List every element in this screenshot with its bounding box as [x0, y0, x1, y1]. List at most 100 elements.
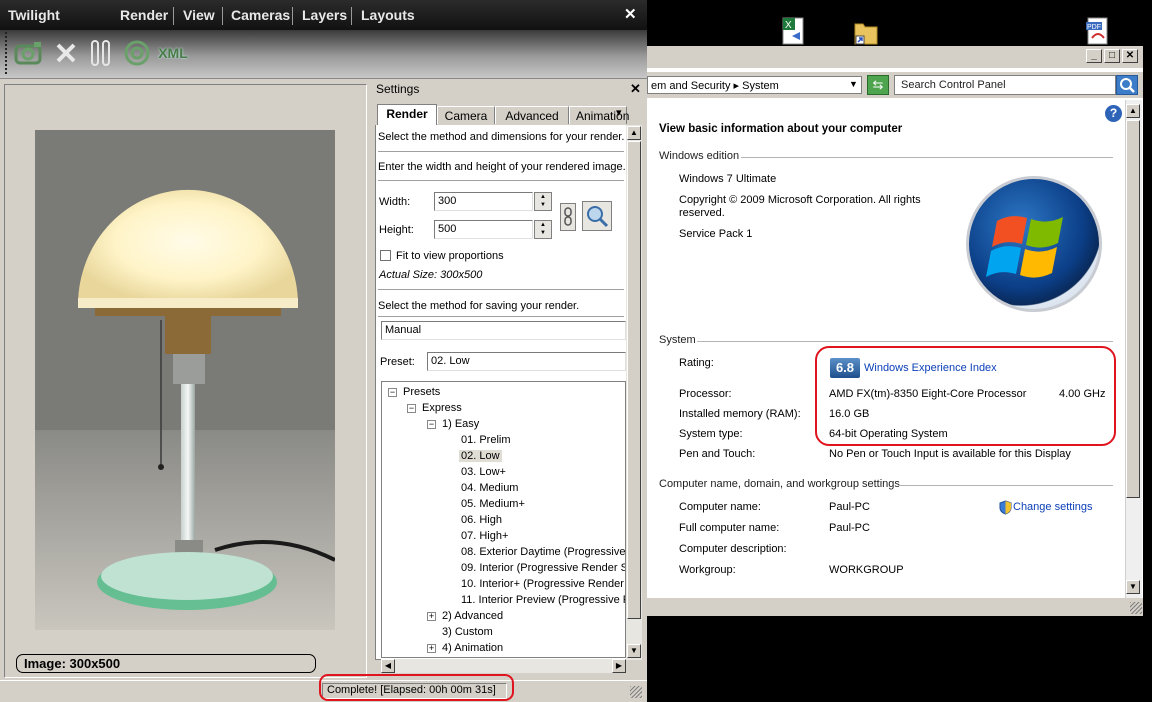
workgroup-label: Workgroup: [679, 564, 736, 576]
computer-name-value: Paul-PC [829, 501, 870, 513]
refresh-icon[interactable]: ⇆ [867, 75, 889, 95]
tree-horizontal-scrollbar[interactable] [381, 659, 626, 673]
control-panel-horizontal-scrollbar[interactable] [647, 598, 1143, 616]
twilight-close-button[interactable]: ✕ [624, 5, 637, 23]
tree-node-advanced[interactable]: 2) Advanced [442, 610, 503, 622]
tree-node-preset[interactable]: 01. Prelim [461, 434, 511, 446]
menu-layers[interactable]: Layers [302, 7, 347, 23]
tree-node-animation[interactable]: 4) Animation [442, 642, 503, 654]
preset-select[interactable]: 02. Low [427, 352, 626, 371]
processor-label: Processor: [679, 388, 732, 400]
camera-render-icon[interactable] [13, 37, 45, 69]
zoom-magnifier-icon[interactable] [582, 201, 612, 231]
menu-view[interactable]: View [183, 7, 215, 23]
scroll-left-arrow[interactable]: ◀ [381, 659, 395, 673]
settings-title: Settings [376, 82, 420, 96]
maximize-button[interactable]: □ [1104, 49, 1120, 63]
tree-collapse-icon[interactable]: − [427, 420, 436, 429]
tree-node-presets[interactable]: Presets [403, 386, 440, 398]
tree-node-preset[interactable]: 08. Exterior Daytime (Progressive [461, 546, 625, 558]
render-method-text: Select the method and dimensions for you… [378, 131, 625, 143]
tree-node-preset[interactable]: 05. Medium+ [461, 498, 525, 510]
edition-value: Windows 7 Ultimate [679, 173, 777, 185]
chevron-down-icon[interactable]: ▼ [849, 79, 858, 89]
resize-grip[interactable] [630, 686, 642, 698]
tree-node-easy[interactable]: 1) Easy [442, 418, 479, 430]
tree-node-preset[interactable]: 09. Interior (Progressive Render S [461, 562, 625, 574]
scroll-down-arrow[interactable]: ▼ [1126, 580, 1140, 594]
tree-expand-icon[interactable]: + [427, 612, 436, 621]
pause-icon[interactable] [85, 37, 117, 69]
menu-cameras[interactable]: Cameras [231, 7, 290, 23]
save-method-select[interactable]: Manual [381, 321, 626, 340]
windows-edition-heading: Windows edition [659, 150, 740, 162]
tab-render[interactable]: Render [377, 104, 437, 126]
service-pack-value: Service Pack 1 [679, 228, 753, 240]
windows-logo-icon [966, 176, 1102, 312]
folder-shortcut-icon[interactable] [853, 16, 879, 46]
fit-proportions-checkbox[interactable] [380, 250, 391, 261]
twilight-app-title: Twilight [8, 7, 60, 23]
height-input[interactable]: 500 [434, 220, 533, 239]
tree-node-preset[interactable]: 04. Medium [461, 482, 518, 494]
scroll-down-arrow[interactable]: ▼ [627, 644, 641, 658]
tree-node-preset[interactable]: 11. Interior Preview (Progressive F [461, 594, 625, 606]
menu-layouts[interactable]: Layouts [361, 7, 415, 23]
control-panel-scroll-thumb[interactable] [1126, 120, 1140, 498]
target-icon[interactable] [121, 37, 153, 69]
tree-expand-icon[interactable]: + [427, 644, 436, 653]
width-label: Width: [379, 196, 411, 208]
menu-render[interactable]: Render [120, 7, 168, 23]
height-stepper[interactable]: ▲ ▼ [534, 220, 552, 239]
pen-touch-label: Pen and Touch: [679, 448, 756, 460]
preset-label: Preset: [380, 356, 415, 368]
tree-node-preset[interactable]: 03. Low+ [461, 466, 506, 478]
fit-proportions-label: Fit to view proportions [396, 250, 504, 262]
width-stepper[interactable]: ▲ ▼ [534, 192, 552, 211]
computer-name-heading: Computer name, domain, and workgroup set… [659, 478, 900, 490]
tree-collapse-icon[interactable]: − [388, 388, 397, 397]
memory-label: Installed memory (RAM): [679, 408, 801, 420]
tree-node-preset[interactable]: 06. High [461, 514, 502, 526]
help-icon[interactable]: ? [1105, 105, 1122, 122]
height-label: Height: [379, 224, 414, 236]
settings-close-button[interactable]: ✕ [630, 81, 641, 97]
description-label: Computer description: [679, 543, 787, 555]
dimensions-text: Enter the width and height of your rende… [378, 161, 626, 173]
window-close-button[interactable]: ✕ [1122, 49, 1138, 63]
copyright-text: Copyright © 2009 Microsoft Corporation. … [679, 194, 921, 219]
resize-grip[interactable] [1130, 602, 1142, 614]
search-input[interactable]: Search Control Panel [894, 75, 1116, 95]
breadcrumb[interactable]: em and Security ▸ System [647, 76, 862, 94]
tree-node-preset-selected[interactable]: 02. Low [459, 450, 502, 462]
system-heading: System [659, 334, 696, 346]
tree-node-custom[interactable]: 3) Custom [442, 626, 493, 638]
page-title: View basic information about your comput… [659, 123, 903, 135]
search-icon[interactable] [1116, 75, 1138, 95]
cancel-x-icon[interactable] [50, 37, 82, 69]
change-settings-link[interactable]: Change settings [1013, 501, 1093, 513]
tree-collapse-icon[interactable]: − [407, 404, 416, 413]
tab-overflow-arrow[interactable]: ▾ [616, 106, 622, 119]
tree-node-express[interactable]: Express [422, 402, 462, 414]
excel-file-icon[interactable]: X [780, 16, 806, 46]
scroll-up-arrow[interactable]: ▲ [1126, 104, 1140, 118]
scroll-right-arrow[interactable]: ▶ [612, 659, 626, 673]
actual-size-text: Actual Size: 300x500 [379, 269, 483, 281]
svg-text:X: X [785, 20, 792, 31]
xml-icon[interactable]: XML [155, 37, 191, 69]
render-image [35, 130, 335, 630]
tree-node-preset[interactable]: 10. Interior+ (Progressive Render [461, 578, 625, 590]
settings-scroll-thumb[interactable] [627, 141, 641, 619]
tab-advanced[interactable]: Advanced [495, 106, 569, 124]
link-proportions-icon[interactable] [560, 203, 576, 231]
tree-node-preset[interactable]: 07. High+ [461, 530, 508, 542]
pen-touch-value: No Pen or Touch Input is available for t… [829, 448, 1071, 460]
pdf-file-icon[interactable]: PDF [1084, 16, 1110, 46]
minimize-button[interactable]: _ [1086, 49, 1102, 63]
width-input[interactable]: 300 [434, 192, 533, 211]
svg-text:PDF: PDF [1087, 24, 1101, 31]
toolbar-grip[interactable] [5, 32, 9, 74]
tab-camera[interactable]: Camera [437, 106, 495, 124]
scroll-up-arrow[interactable]: ▲ [627, 126, 641, 140]
